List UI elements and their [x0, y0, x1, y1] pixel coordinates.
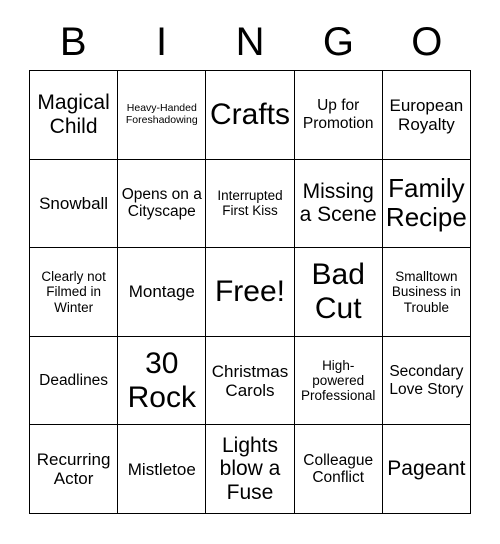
bingo-cell-label: Heavy-Handed Foreshadowing	[125, 102, 198, 126]
bingo-cell[interactable]: Missing a Scene	[294, 159, 383, 249]
bingo-cell[interactable]: 30 Rock	[118, 336, 207, 426]
bingo-cell[interactable]: Secondary Love Story	[382, 336, 471, 426]
bingo-cell[interactable]: High-powered Professional	[294, 336, 383, 426]
bingo-cell-label: Montage	[128, 282, 195, 302]
bingo-cell[interactable]: Opens on a Cityscape	[118, 159, 207, 249]
bingo-cell[interactable]: Family Recipe	[382, 159, 471, 249]
bingo-cell[interactable]: Montage	[118, 248, 207, 337]
bingo-cell-label: Colleague Conflict	[303, 451, 374, 487]
bingo-cell-label: Magical Child	[37, 91, 110, 138]
bingo-cell[interactable]: Mistletoe	[118, 425, 207, 514]
bingo-cell-label: Snowball	[39, 193, 109, 213]
bingo-cell[interactable]: Pageant	[382, 425, 471, 514]
bingo-cell[interactable]: Smalltown Business in Trouble	[382, 248, 471, 337]
bingo-cell-label: Lights blow a Fuse	[219, 433, 281, 504]
bingo-cell[interactable]: Clearly not Filmed in Winter	[30, 248, 119, 337]
bingo-cell[interactable]: Magical Child	[30, 71, 119, 160]
bingo-grid: Magical Child Heavy-Handed Foreshadowing…	[29, 70, 471, 514]
bingo-cell[interactable]: Christmas Carols	[206, 336, 295, 426]
bingo-cell-label: Family Recipe	[385, 173, 467, 233]
header-letter-o: O	[411, 20, 443, 64]
bingo-cell[interactable]: Colleague Conflict	[294, 425, 383, 514]
header-letter-b: B	[59, 20, 87, 64]
bingo-cell-label: Free!	[214, 275, 285, 309]
bingo-cell[interactable]: Crafts	[206, 71, 295, 160]
bingo-cell-label: Christmas Carols	[211, 361, 289, 400]
bingo-cell-free[interactable]: Free!	[206, 248, 295, 337]
bingo-cell-label: Missing a Scene	[299, 179, 377, 227]
bingo-cell-label: Opens on a Cityscape	[121, 186, 202, 221]
bingo-cell-label: Bad Cut	[311, 258, 365, 325]
header-letter-n: N	[235, 20, 265, 64]
bingo-card: B I N G O Magical Child Heavy-Handed For…	[0, 0, 500, 544]
bingo-cell-label: Interrupted First Kiss	[217, 188, 283, 219]
bingo-cell[interactable]: Up for Promotion	[294, 71, 383, 160]
bingo-cell[interactable]: Bad Cut	[294, 248, 383, 337]
bingo-cell-label: 30 Rock	[127, 347, 196, 414]
bingo-cell[interactable]: Recurring Actor	[30, 425, 119, 514]
bingo-cell[interactable]: European Royalty	[382, 71, 471, 160]
header-letter-i: I	[156, 20, 168, 64]
bingo-cell-label: Clearly not Filmed in Winter	[41, 269, 106, 315]
bingo-cell[interactable]: Snowball	[30, 159, 119, 249]
bingo-cell-label: Secondary Love Story	[389, 363, 464, 398]
bingo-cell-label: Pageant	[387, 457, 466, 481]
bingo-cell-label: Mistletoe	[127, 459, 196, 479]
bingo-cell-label: Up for Promotion	[302, 97, 374, 132]
bingo-cell-label: Smalltown Business in Trouble	[391, 269, 461, 315]
header-letter-g: G	[322, 20, 354, 64]
bingo-cell[interactable]: Heavy-Handed Foreshadowing	[118, 71, 207, 160]
bingo-cell-label: Deadlines	[39, 371, 109, 389]
bingo-header: B I N G O	[29, 14, 471, 70]
bingo-cell-label: European Royalty	[389, 95, 464, 134]
bingo-cell-label: High-powered Professional	[301, 357, 376, 404]
bingo-cell[interactable]: Interrupted First Kiss	[206, 159, 295, 249]
bingo-cell[interactable]: Lights blow a Fuse	[206, 425, 295, 514]
bingo-cell-label: Crafts	[209, 98, 290, 131]
bingo-cell-label: Recurring Actor	[36, 450, 111, 489]
bingo-cell[interactable]: Deadlines	[30, 336, 119, 426]
